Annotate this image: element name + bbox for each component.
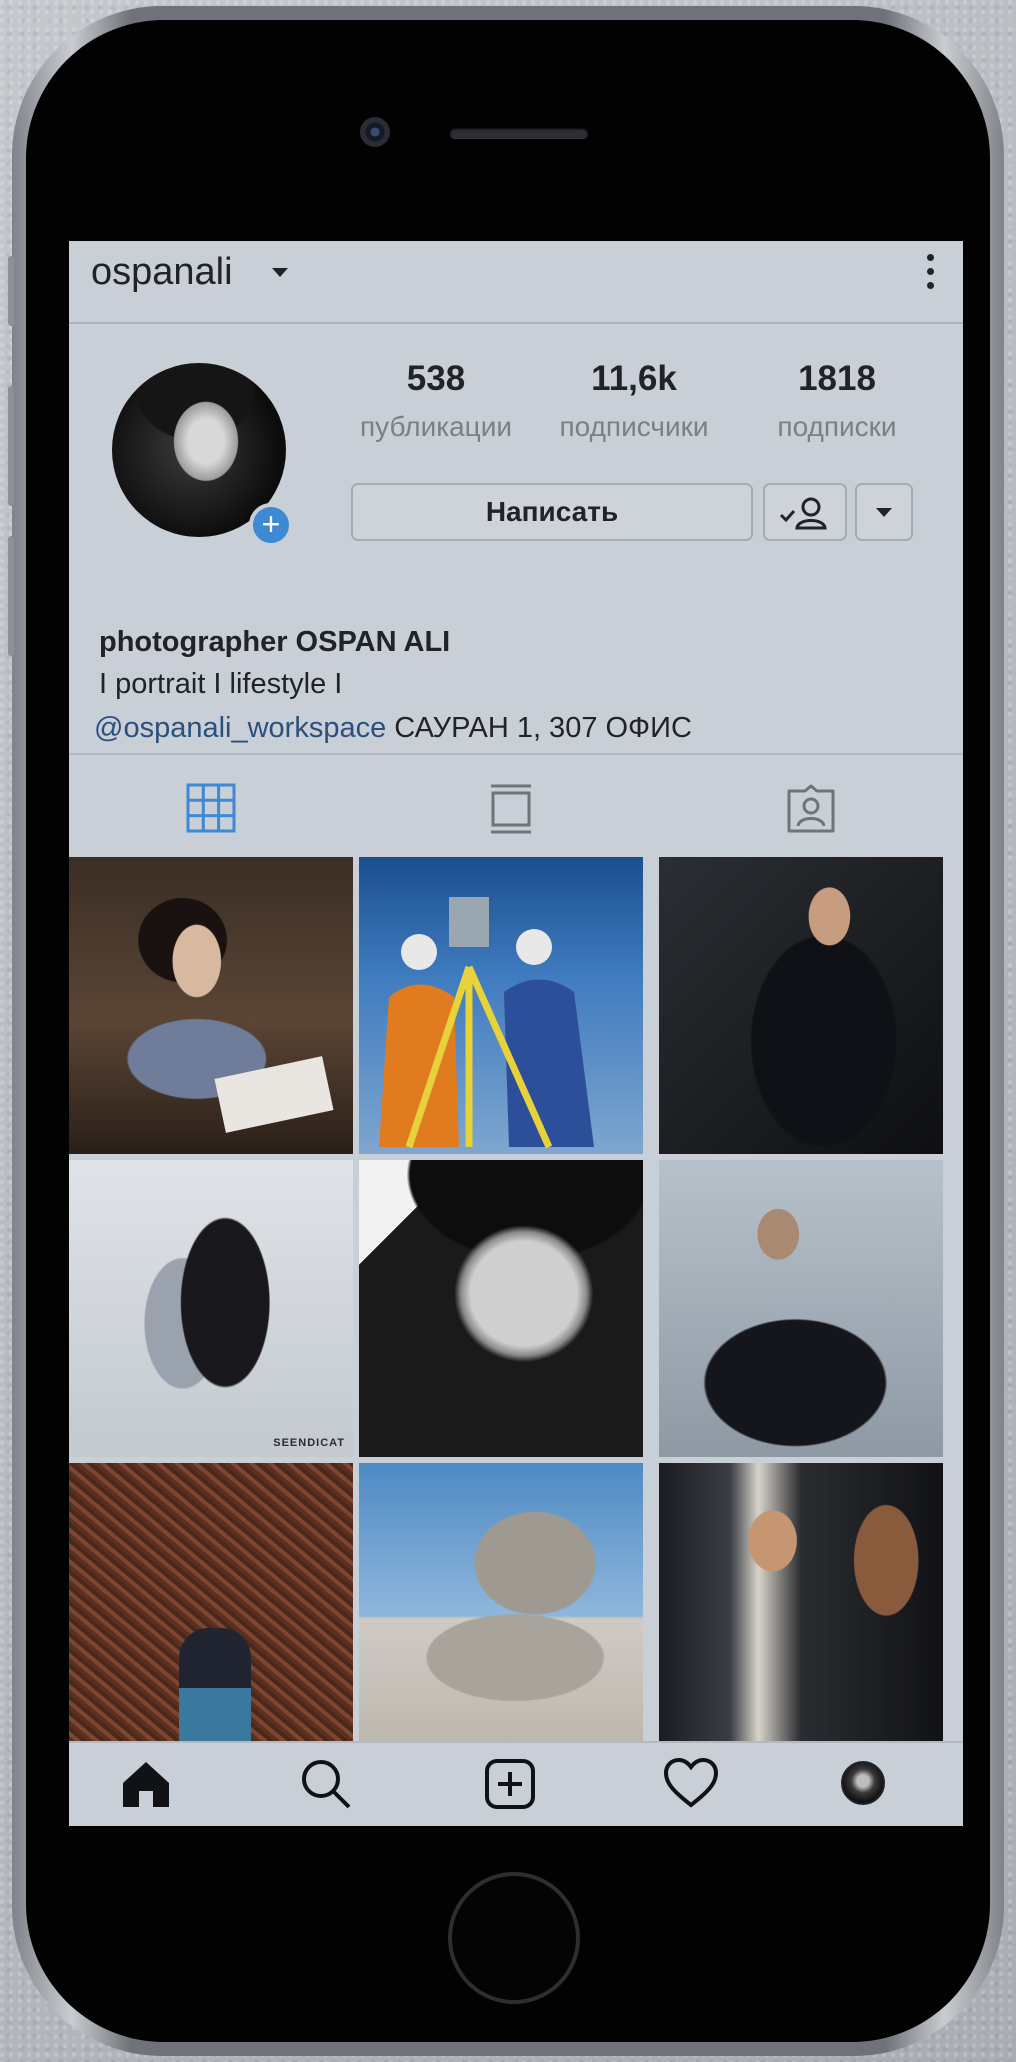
- photo-grid: SEENDICAT: [69, 857, 963, 1741]
- home-icon: [123, 1762, 169, 1807]
- profile-tabs: [69, 753, 963, 857]
- tab-grid[interactable]: [186, 783, 236, 838]
- bio-mention-link[interactable]: @ospanali_workspace: [94, 712, 386, 744]
- grid-photo[interactable]: [69, 857, 353, 1154]
- grid-photo[interactable]: [659, 1160, 943, 1457]
- grid-photo[interactable]: [359, 1160, 643, 1457]
- following-button[interactable]: [763, 483, 847, 541]
- more-options-icon[interactable]: [925, 254, 935, 294]
- search-icon: [302, 1760, 351, 1809]
- stat-followers-count: 11,6k: [591, 359, 677, 398]
- bottom-nav: [69, 1741, 963, 1826]
- front-camera: [360, 117, 390, 147]
- screen: ospanali + 538 публикации 11,6k подписчи…: [69, 241, 963, 1826]
- nav-home[interactable]: [119, 1757, 173, 1816]
- tab-feed[interactable]: [489, 783, 533, 840]
- stat-following[interactable]: 1818 подписки: [757, 359, 917, 443]
- stat-followers[interactable]: 11,6k подписчики: [544, 359, 724, 443]
- bio-address: САУРАН 1, 307 ОФИС: [386, 712, 692, 744]
- tagged-icon: [787, 784, 835, 833]
- bio-name: photographer OSPAN ALI: [99, 626, 451, 658]
- add-story-plus-icon[interactable]: +: [249, 503, 293, 547]
- photo-person: [179, 1628, 251, 1741]
- grid-icon: [186, 783, 236, 833]
- photo-surveyors: [379, 897, 594, 1149]
- volume-down-button: [8, 536, 14, 656]
- add-post-icon: [485, 1759, 535, 1809]
- message-button[interactable]: Написать: [351, 483, 753, 541]
- grid-photo[interactable]: [659, 1463, 943, 1741]
- stat-posts[interactable]: 538 публикации: [351, 359, 521, 443]
- stat-following-label: подписки: [777, 411, 897, 442]
- stat-posts-label: публикации: [360, 411, 512, 442]
- tab-tagged[interactable]: [785, 783, 837, 840]
- nav-search[interactable]: [299, 1757, 353, 1816]
- following-check-person-icon: [779, 497, 827, 530]
- grid-photo[interactable]: [659, 857, 943, 1154]
- stat-followers-label: подписчики: [559, 411, 709, 442]
- bio-tagline: I portrait I lifestyle I: [99, 668, 343, 700]
- photo-newspaper: [214, 1056, 334, 1133]
- account-switch-chevron-icon[interactable]: [272, 268, 288, 277]
- account-username[interactable]: ospanali: [91, 251, 233, 294]
- earpiece-speaker: [450, 128, 588, 138]
- dropdown-caret-icon: [876, 508, 892, 517]
- grid-photo[interactable]: [69, 1463, 353, 1741]
- grid-photo[interactable]: [359, 1463, 643, 1741]
- stat-following-count: 1818: [798, 359, 876, 398]
- grid-photo[interactable]: [359, 857, 643, 1154]
- top-bar: ospanali: [69, 241, 963, 324]
- photo-watermark: SEENDICAT: [273, 1437, 345, 1449]
- nav-activity[interactable]: [663, 1757, 719, 1816]
- heart-icon: [663, 1757, 719, 1808]
- nav-profile-avatar[interactable]: [841, 1761, 885, 1805]
- home-button[interactable]: [448, 1872, 580, 2004]
- mute-switch: [8, 256, 14, 326]
- grid-photo[interactable]: SEENDICAT: [69, 1160, 353, 1457]
- volume-up-button: [8, 386, 14, 506]
- stat-posts-count: 538: [406, 359, 466, 398]
- nav-new-post[interactable]: [483, 1757, 537, 1816]
- feed-icon: [491, 784, 531, 834]
- suggested-dropdown-button[interactable]: [855, 483, 913, 541]
- bio-link-row: @ospanali_workspace САУРАН 1, 307 ОФИС: [94, 712, 692, 745]
